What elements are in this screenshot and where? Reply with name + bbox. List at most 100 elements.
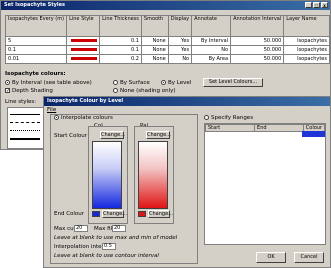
by-level-label: By Level [168, 80, 192, 86]
end-pal-change-button[interactable]: Change... [148, 210, 173, 218]
colour-by-level-dialog: Isopachyte Colour by Level File Interpol… [43, 96, 331, 268]
cell-thickness[interactable]: 0.1 [99, 36, 142, 46]
radio-icon[interactable] [54, 115, 59, 120]
none-shading-label: None (shading only) [120, 88, 176, 94]
max-fill-field[interactable]: 20 [112, 225, 126, 232]
cell-layer[interactable]: Isopachytes [283, 36, 330, 46]
range-colour-swatch[interactable] [302, 131, 325, 137]
cell-annotate[interactable]: By Area [191, 54, 232, 64]
cell-display[interactable]: Yes [167, 45, 193, 55]
col-header-thickness: Line Thickness [99, 15, 142, 37]
cell-every[interactable]: 5 [4, 36, 68, 46]
main-title: Set Isopachyte Styles [4, 2, 65, 8]
table-row[interactable]: 5 0.1 None Yes By Interval 50.000 Isopac… [4, 36, 330, 46]
line-style-solid[interactable] [10, 114, 40, 115]
cell-smooth[interactable]: None [140, 45, 169, 55]
col-header-interval: Annotation Interval [230, 15, 285, 37]
radio-icon[interactable] [113, 80, 118, 85]
cell-layer[interactable]: Isopachytes [283, 54, 330, 64]
table-row[interactable]: 0.1 0.1 None Yes No 50.000 Isopachytes [4, 45, 330, 55]
col-ramp[interactable] [92, 141, 122, 209]
line-style-dotted[interactable] [10, 130, 40, 131]
cell-layer[interactable]: Isopachytes [283, 45, 330, 55]
depth-shading-label: Depth Shading [12, 88, 53, 94]
by-level-option[interactable]: By Level [161, 80, 191, 86]
ok-button[interactable]: OK [256, 252, 286, 263]
max-cut-field[interactable]: 20 [74, 225, 88, 232]
dialog-title: Isopachyte Colour by Level [47, 98, 124, 104]
end-colour-label: End Colour [54, 211, 85, 217]
max-cut-label: Max cut [54, 226, 76, 232]
cell-display[interactable]: No [167, 54, 193, 64]
hint-interval: Leave at blank to use contour interval [54, 253, 159, 259]
start-colour-label: Start Colour [54, 133, 88, 139]
col-header-display: Display [167, 15, 193, 37]
cell-smooth[interactable]: None [140, 36, 169, 46]
ranges-col-end: End [254, 124, 304, 132]
col-header-annotate: Annotate [191, 15, 232, 37]
cell-linestyle[interactable] [66, 45, 101, 55]
cell-linestyle[interactable] [66, 36, 101, 46]
main-titlebar: Set Isopachyte Styles _ □ x [1, 1, 330, 10]
cell-smooth[interactable]: None [140, 54, 169, 64]
max-fill-label: Max fill [94, 226, 114, 232]
minimize-button[interactable]: _ [305, 2, 312, 8]
line-style-swatch [71, 48, 98, 51]
by-surface-label: By Surface [120, 80, 150, 86]
by-interval-label: By Interval (see table above) [12, 80, 92, 86]
menu-file[interactable]: File [47, 107, 56, 113]
line-styles-list[interactable] [7, 107, 45, 149]
col-header-smooth: Smooth [140, 15, 169, 37]
radio-icon[interactable] [113, 88, 118, 93]
line-style-swatch [71, 39, 98, 42]
cancel-button[interactable]: Cancel [294, 252, 324, 263]
cell-display[interactable]: Yes [167, 36, 193, 46]
set-level-colours-button[interactable]: Set Level Colours... [203, 78, 263, 87]
col-header-layer: Layer Name [283, 15, 330, 37]
maximize-button[interactable]: □ [313, 2, 320, 8]
cell-annotate[interactable]: No [191, 45, 232, 55]
dialog-titlebar: Isopachyte Colour by Level [44, 97, 330, 106]
cell-linestyle[interactable] [66, 54, 101, 64]
ranges-list[interactable]: Start End Colour [204, 123, 326, 245]
specify-ranges-option[interactable]: Specify Ranges [204, 115, 253, 121]
interpolate-colours-option[interactable]: Interpolate colours [54, 115, 113, 121]
styles-header-row: Isopachytes Every (m) Line Style Line Th… [4, 15, 330, 37]
col-header-every: Isopachytes Every (m) [4, 15, 68, 37]
line-style-dashed[interactable] [10, 122, 40, 123]
styles-table: Isopachytes Every (m) Line Style Line Th… [4, 15, 330, 64]
start-col-change-button[interactable]: Change... [100, 131, 125, 139]
hint-max: Leave at blank to use max and min of mod… [54, 235, 178, 241]
line-style-thick[interactable] [10, 138, 40, 140]
specify-ranges-label: Specify Ranges [211, 115, 254, 121]
depth-shading-option[interactable]: ✓ Depth Shading [5, 88, 53, 94]
cell-interval[interactable]: 50.000 [230, 54, 285, 64]
checkbox-icon[interactable]: ✓ [5, 88, 10, 94]
radio-icon[interactable] [5, 80, 10, 85]
radio-icon[interactable] [161, 80, 166, 85]
ranges-col-start: Start [204, 124, 256, 132]
cell-every[interactable]: 0.1 [4, 45, 68, 55]
by-interval-option[interactable]: By Interval (see table above) [5, 80, 92, 86]
end-col-change-button[interactable]: Change... [102, 210, 127, 218]
table-row[interactable]: 0.01 0.2 None No By Area 50.000 Isopachy… [4, 54, 330, 64]
cell-thickness[interactable]: 0.1 [99, 45, 142, 55]
by-surface-option[interactable]: By Surface [113, 80, 150, 86]
radio-icon[interactable] [204, 115, 209, 120]
end-pal-swatch [138, 211, 146, 217]
end-col-swatch [92, 211, 100, 217]
col-header-linestyle: Line Style [66, 15, 101, 37]
start-pal-change-button[interactable]: Change... [146, 131, 171, 139]
cell-annotate[interactable]: By Interval [191, 36, 232, 46]
interpolate-colours-label: Interpolate colours [61, 115, 113, 121]
cell-every[interactable]: 0.01 [4, 54, 68, 64]
interp-interval-field[interactable]: 0.5 [102, 243, 116, 250]
cell-thickness[interactable]: 0.2 [99, 54, 142, 64]
colours-heading: Isopachyte colours: [5, 71, 66, 77]
close-button[interactable]: x [321, 2, 328, 8]
line-styles-label: Line styles: [5, 99, 37, 105]
none-shading-option[interactable]: None (shading only) [113, 88, 176, 94]
cell-interval[interactable]: 50.000 [230, 36, 285, 46]
pal-ramp[interactable] [138, 141, 168, 209]
cell-interval[interactable]: 50.000 [230, 45, 285, 55]
